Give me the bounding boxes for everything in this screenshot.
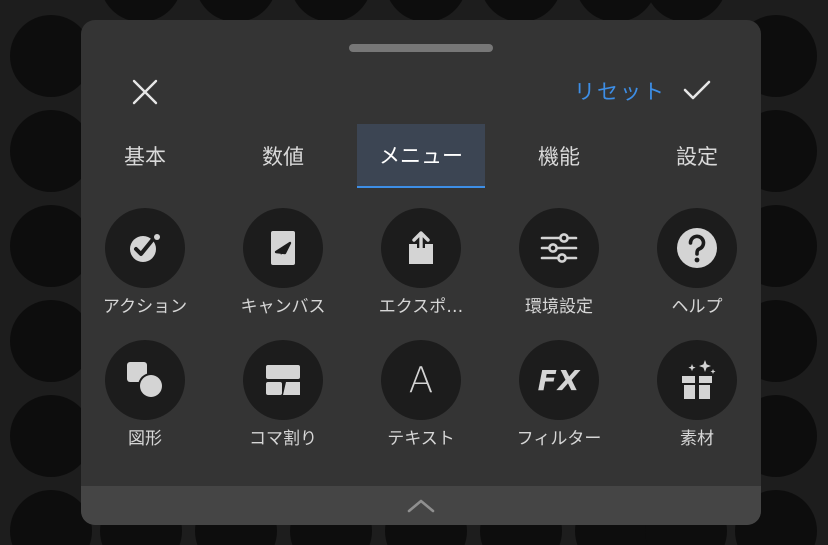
- checkmark-icon: [683, 80, 711, 100]
- category-tabs: 基本 数値 メニュー 機能 設定: [81, 124, 761, 188]
- close-icon: [132, 79, 158, 105]
- quick-access-sheet: リセット 基本 数値 メニュー 機能 設定 アクション キャンバス エクスポ… …: [81, 20, 761, 525]
- background-dot: [10, 395, 92, 477]
- canvas-icon: [271, 231, 295, 265]
- menu-item-action[interactable]: アクション: [85, 208, 205, 328]
- filter-fx-icon: FX: [537, 363, 581, 397]
- menu-item-label: 図形: [128, 429, 162, 449]
- text-icon: A: [408, 359, 434, 401]
- menu-item-label: 素材: [680, 429, 714, 449]
- menu-item-label: エクスポ…: [378, 297, 464, 317]
- tab-basic[interactable]: 基本: [81, 124, 209, 188]
- action-wrench-icon: [130, 234, 160, 262]
- background-dot: [10, 490, 92, 545]
- panel-layout-icon: [266, 365, 300, 395]
- menu-item-shapes[interactable]: 図形: [85, 340, 205, 460]
- background-dot: [385, 0, 467, 22]
- menu-item-label: テキスト: [387, 429, 455, 449]
- background-dot: [10, 205, 92, 287]
- menu-item-preferences[interactable]: 環境設定: [499, 208, 619, 328]
- tab-numeric[interactable]: 数値: [219, 124, 347, 188]
- menu-item-label: ヘルプ: [671, 297, 723, 317]
- menu-item-text[interactable]: A テキスト: [361, 340, 481, 460]
- background-dot: [195, 0, 277, 22]
- menu-item-help[interactable]: ヘルプ: [637, 208, 757, 328]
- menu-item-canvas[interactable]: キャンバス: [223, 208, 343, 328]
- sliders-icon: [540, 233, 578, 263]
- tab-functions[interactable]: 機能: [495, 124, 623, 188]
- menu-item-label: フィルター: [516, 429, 602, 449]
- background-dot: [10, 110, 92, 192]
- background-dot: [575, 0, 657, 22]
- background-dot: [645, 0, 727, 22]
- background-dot: [480, 0, 562, 22]
- menu-item-label: アクション: [102, 297, 188, 317]
- menu-item-panel-layout[interactable]: コマ割り: [223, 340, 343, 460]
- collapse-bar[interactable]: [81, 486, 761, 525]
- help-icon: [677, 228, 717, 268]
- export-share-icon: [409, 231, 433, 264]
- tab-settings[interactable]: 設定: [633, 124, 761, 188]
- tab-menu[interactable]: メニュー: [357, 124, 485, 188]
- sheet-grabber-handle[interactable]: [349, 44, 493, 52]
- menu-item-materials[interactable]: 素材: [637, 340, 757, 460]
- menu-item-label: コマ割り: [249, 429, 317, 449]
- background-dot: [10, 15, 92, 97]
- background-dot: [10, 300, 92, 382]
- materials-gift-icon: [682, 360, 716, 399]
- confirm-button[interactable]: [679, 72, 715, 108]
- menu-item-label: キャンバス: [240, 297, 326, 317]
- chevron-up-icon: [407, 499, 435, 512]
- menu-item-filter[interactable]: FX フィルター: [499, 340, 619, 460]
- background-dot: [100, 0, 182, 22]
- reset-button[interactable]: リセット: [574, 74, 666, 110]
- menu-item-label: 環境設定: [525, 297, 593, 317]
- background-dot: [290, 0, 372, 22]
- close-button[interactable]: [127, 74, 163, 110]
- shapes-icon: [127, 362, 164, 399]
- menu-item-export[interactable]: エクスポ…: [361, 208, 481, 328]
